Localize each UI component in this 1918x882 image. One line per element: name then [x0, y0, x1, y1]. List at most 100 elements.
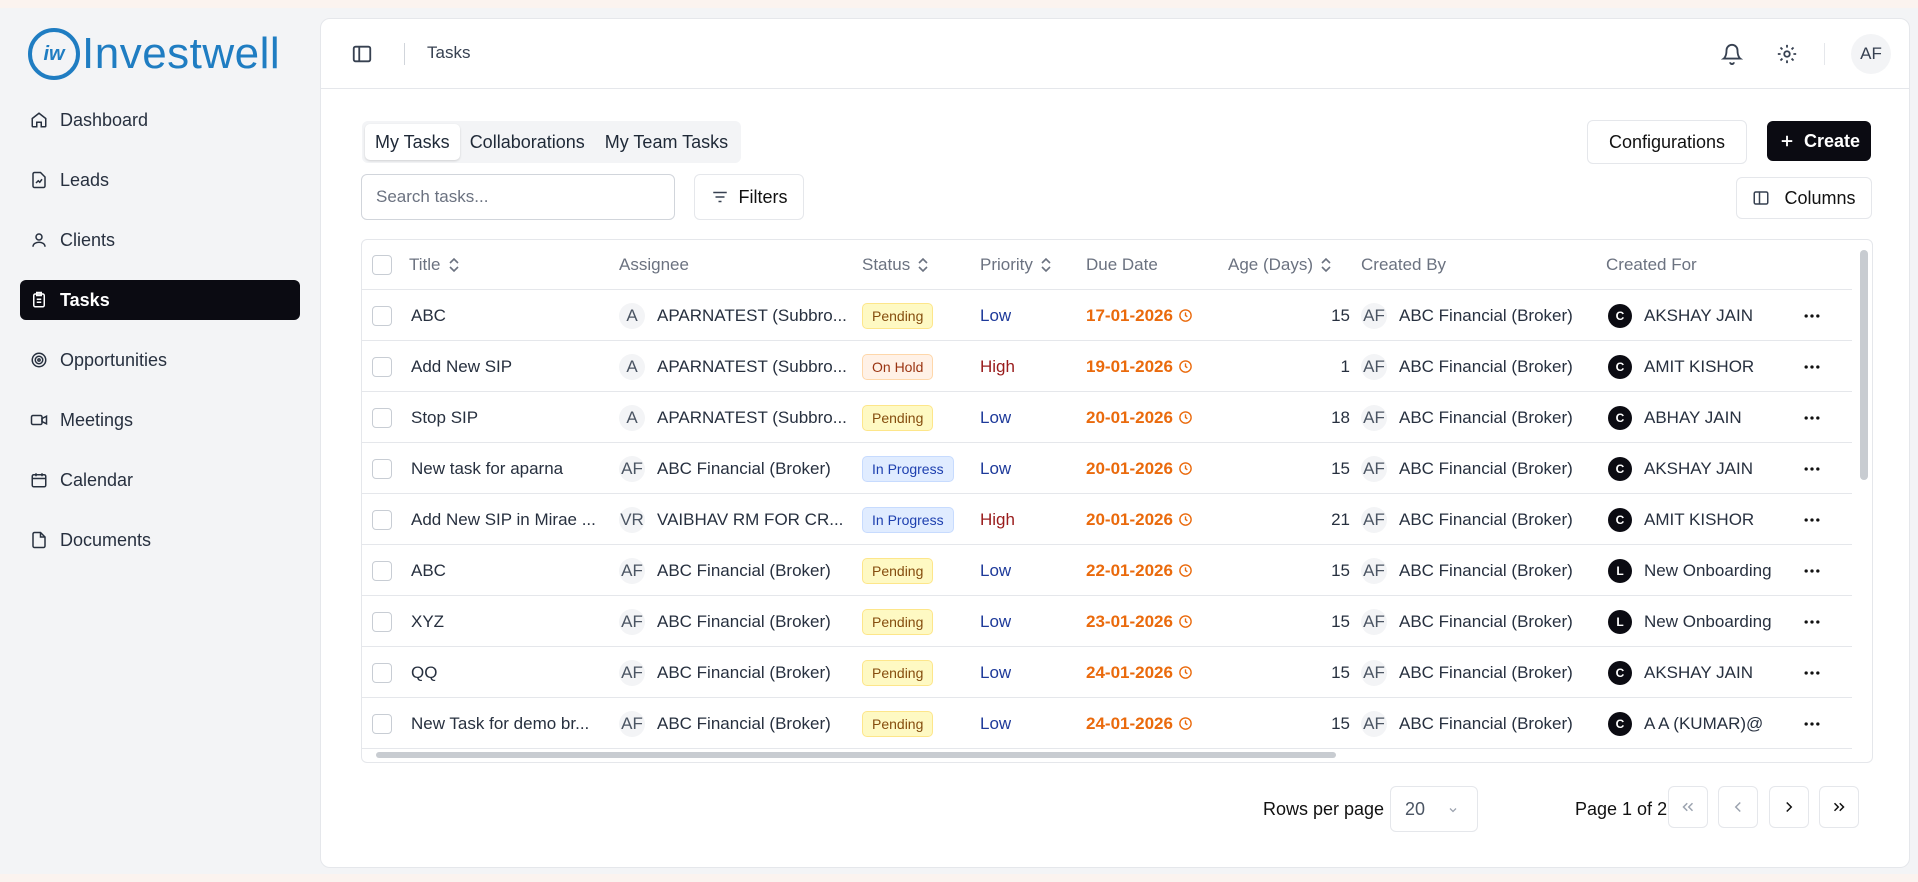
- row-checkbox[interactable]: [372, 407, 392, 428]
- columns-button[interactable]: Columns: [1736, 177, 1872, 219]
- sort-icon[interactable]: [1041, 257, 1051, 273]
- sidebar-item-clients[interactable]: Clients: [20, 220, 300, 260]
- sidebar-toggle-icon[interactable]: [351, 43, 373, 65]
- filters-button[interactable]: Filters: [694, 174, 804, 220]
- assignee-avatar: AF: [619, 659, 645, 686]
- table-row[interactable]: XYZ AF ABC Financial (Broker) Pending Low 23-…: [362, 596, 1852, 647]
- assignee-cell: A APARNATEST (Subbro...: [619, 290, 855, 341]
- row-checkbox-cell: [372, 698, 392, 749]
- task-title[interactable]: ABC: [411, 545, 611, 596]
- columns-icon: [1753, 191, 1769, 205]
- brand-logo[interactable]: iw Investwell: [28, 26, 280, 82]
- bell-icon[interactable]: [1720, 43, 1744, 65]
- status-cell: Pending: [862, 647, 934, 698]
- search-input[interactable]: [361, 174, 675, 220]
- status-badge: Pending: [862, 404, 934, 431]
- sidebar-item-label: Clients: [60, 229, 116, 250]
- more-horizontal-icon[interactable]: [1802, 561, 1822, 581]
- created-for-cell: C AKSHAY JAIN: [1608, 290, 1798, 341]
- row-checkbox[interactable]: [372, 458, 392, 479]
- created-by-avatar: AF: [1361, 506, 1387, 533]
- chevrons-left-icon: [1682, 802, 1694, 812]
- age-days: 15: [1331, 713, 1350, 733]
- task-title[interactable]: QQ: [411, 647, 611, 698]
- checkbox[interactable]: [372, 255, 392, 275]
- row-checkbox[interactable]: [372, 611, 392, 632]
- sidebar-item-leads[interactable]: Leads: [20, 160, 300, 200]
- col-priority-header[interactable]: Priority: [980, 240, 1051, 290]
- task-title[interactable]: XYZ: [411, 596, 611, 647]
- previous-page-button[interactable]: [1718, 786, 1758, 828]
- select-all-checkbox[interactable]: [372, 240, 392, 290]
- task-title[interactable]: New task for aparna: [411, 443, 611, 494]
- task-title[interactable]: New Task for demo br...: [411, 698, 611, 749]
- task-title[interactable]: Add New SIP in Mirae ...: [411, 494, 611, 545]
- col-created-by-header[interactable]: Created By: [1361, 240, 1446, 290]
- vertical-scrollbar[interactable]: [1860, 250, 1868, 480]
- col-title-header[interactable]: Title: [409, 240, 459, 290]
- row-checkbox[interactable]: [372, 662, 392, 683]
- sort-icon[interactable]: [918, 257, 928, 273]
- table-row[interactable]: New Task for demo br... AF ABC Financial (…: [362, 698, 1852, 749]
- sort-icon[interactable]: [448, 257, 459, 273]
- col-age-header[interactable]: Age (Days): [1228, 240, 1331, 290]
- table-row[interactable]: ABC AF ABC Financial (Broker) Pending Low 22-…: [362, 545, 1852, 596]
- tab-my-tasks[interactable]: My Tasks: [365, 124, 460, 160]
- col-created-for-header[interactable]: Created For: [1606, 240, 1697, 290]
- more-horizontal-icon[interactable]: [1802, 510, 1822, 530]
- sidebar-item-dashboard[interactable]: Dashboard: [20, 100, 300, 140]
- sidebar-item-label: Meetings: [60, 409, 134, 430]
- more-horizontal-icon[interactable]: [1802, 612, 1822, 632]
- created-for-cell: C AMIT KISHOR: [1608, 494, 1798, 545]
- avatar[interactable]: AF: [1851, 34, 1891, 74]
- more-horizontal-icon[interactable]: [1802, 663, 1822, 683]
- column-label: Due Date: [1086, 255, 1158, 274]
- row-checkbox[interactable]: [372, 713, 392, 734]
- row-checkbox[interactable]: [372, 560, 392, 581]
- configurations-button[interactable]: Configurations: [1587, 120, 1747, 164]
- table-row[interactable]: ABC A APARNATEST (Subbro... Pending Low 17-01…: [362, 290, 1852, 341]
- sort-icon[interactable]: [1321, 257, 1331, 273]
- first-page-button[interactable]: [1668, 786, 1708, 828]
- table-row[interactable]: QQ AF ABC Financial (Broker) Pending Low 24-0…: [362, 647, 1852, 698]
- col-status-header[interactable]: Status: [862, 240, 928, 290]
- more-horizontal-icon[interactable]: [1802, 408, 1822, 428]
- task-title[interactable]: Stop SIP: [411, 392, 611, 443]
- create-button[interactable]: Create: [1767, 121, 1871, 161]
- rows-per-page-select[interactable]: 20: [1390, 786, 1478, 832]
- more-horizontal-icon[interactable]: [1802, 459, 1822, 479]
- table-row[interactable]: New task for aparna AF ABC Financial (Brok…: [362, 443, 1852, 494]
- sidebar-item-documents[interactable]: Documents: [20, 520, 300, 560]
- sidebar-item-calendar[interactable]: Calendar: [20, 460, 300, 500]
- more-horizontal-icon[interactable]: [1802, 306, 1822, 326]
- tab-collaborations[interactable]: Collaborations: [460, 124, 595, 160]
- row-checkbox[interactable]: [372, 356, 392, 377]
- horizontal-scrollbar[interactable]: [376, 752, 1336, 758]
- due-date-cell: 19-01-2026: [1086, 341, 1193, 392]
- due-date-cell: 20-01-2026: [1086, 392, 1193, 443]
- table-row[interactable]: Add New SIP A APARNATEST (Subbro... On Hold…: [362, 341, 1852, 392]
- task-title[interactable]: ABC: [411, 290, 611, 341]
- tab-my-team-tasks[interactable]: My Team Tasks: [595, 124, 738, 160]
- more-horizontal-icon[interactable]: [1802, 357, 1822, 377]
- table-row[interactable]: Add New SIP in Mirae ... VR VAIBHAV RM FOR…: [362, 494, 1852, 545]
- row-checkbox[interactable]: [372, 305, 392, 326]
- row-checkbox[interactable]: [372, 509, 392, 530]
- sidebar-item-opportunities[interactable]: Opportunities: [20, 340, 300, 380]
- table-row[interactable]: Stop SIP A APARNATEST (Subbro... Pending Low…: [362, 392, 1852, 443]
- col-assignee-header[interactable]: Assignee: [619, 240, 689, 290]
- sidebar-item-label: Leads: [60, 169, 110, 190]
- sidebar-item-meetings[interactable]: Meetings: [20, 400, 300, 440]
- file-chart-icon: [30, 171, 48, 189]
- created-for-name: New Onboarding: [1644, 611, 1772, 631]
- due-date-cell: 24-01-2026: [1086, 647, 1193, 698]
- sidebar-item-tasks[interactable]: Tasks: [20, 280, 300, 320]
- task-title[interactable]: Add New SIP: [411, 341, 611, 392]
- last-page-button[interactable]: [1819, 786, 1859, 828]
- age-days: 1: [1340, 356, 1350, 376]
- next-page-button[interactable]: [1769, 786, 1809, 828]
- gear-icon[interactable]: [1776, 43, 1798, 65]
- created-by-cell: AF ABC Financial (Broker): [1361, 392, 1599, 443]
- col-due-date-header[interactable]: Due Date: [1086, 240, 1158, 290]
- more-horizontal-icon[interactable]: [1802, 714, 1822, 734]
